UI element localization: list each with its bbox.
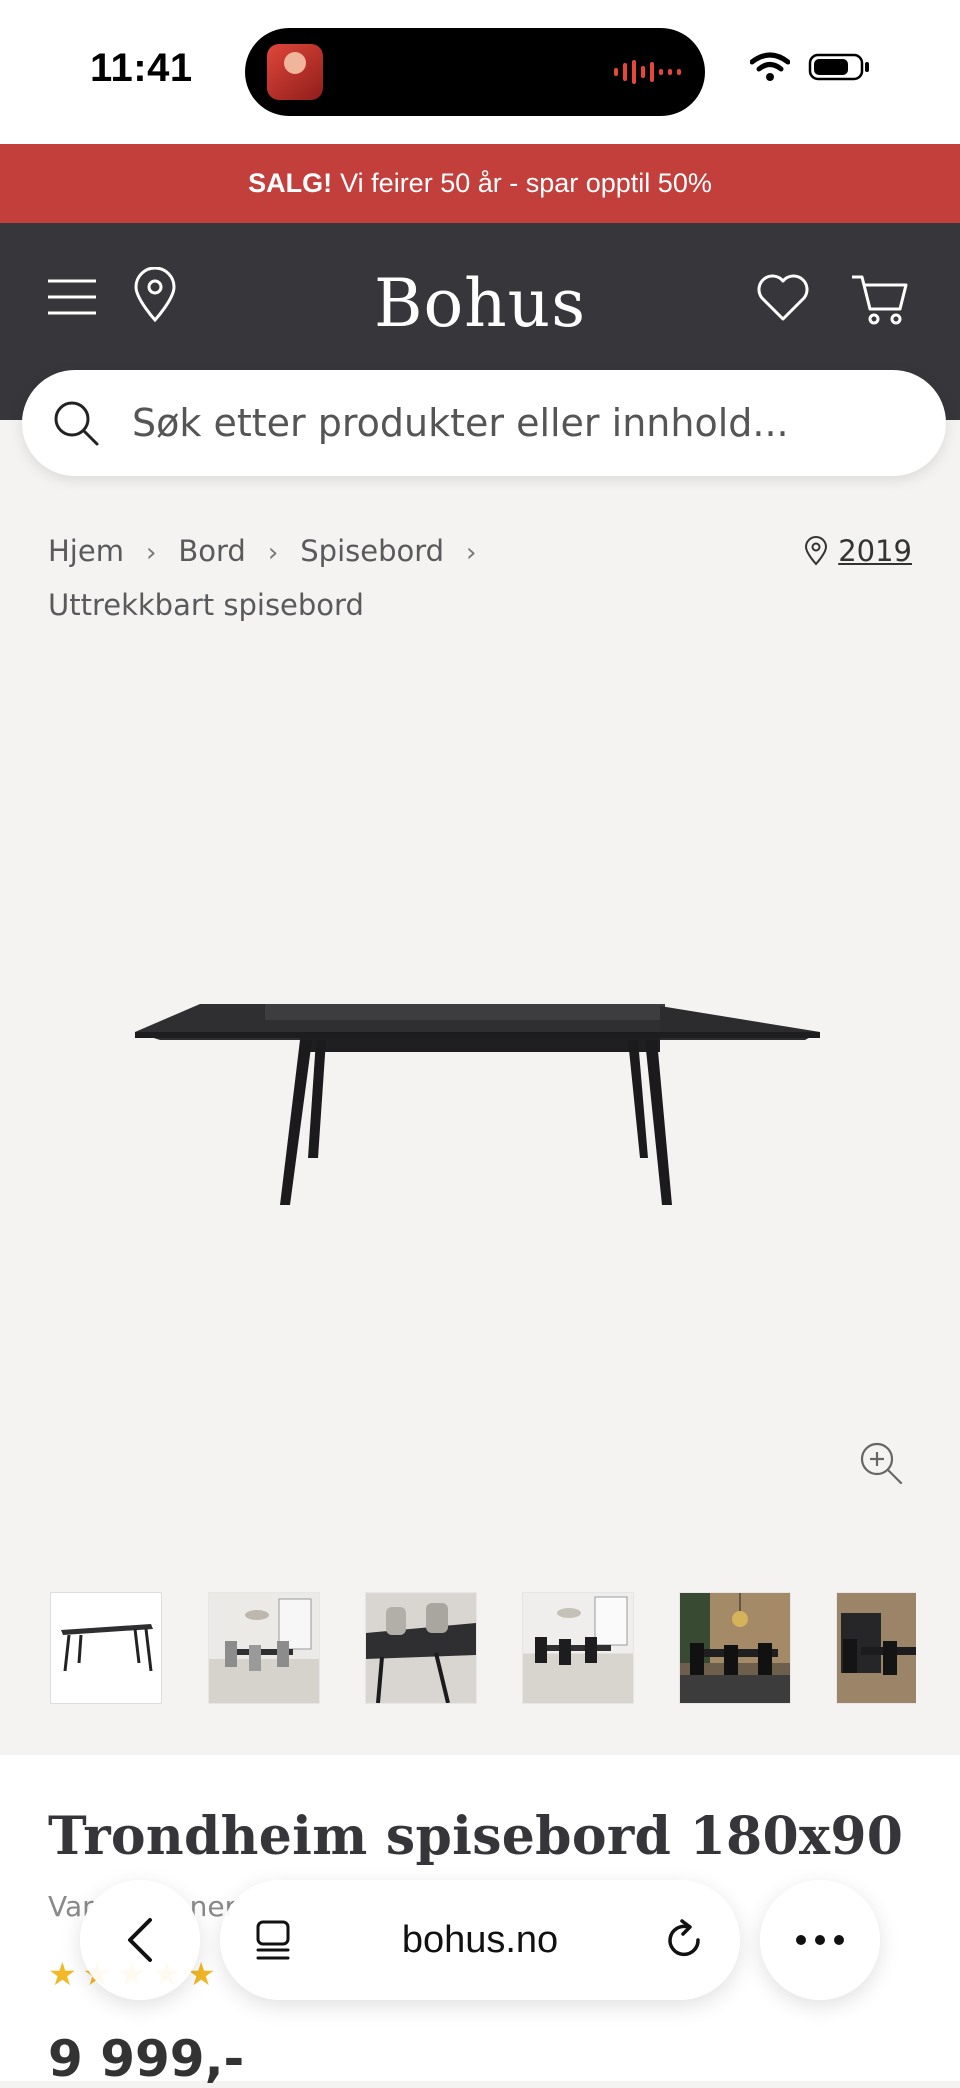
thumbnail-dining-room-image	[680, 1593, 790, 1703]
thumbnail-room-image	[225, 1598, 312, 1671]
selected-store[interactable]: 2019	[804, 525, 912, 577]
thumbnail-closeup-image	[366, 1603, 476, 1703]
status-icons	[750, 52, 870, 82]
chevron-left-icon	[128, 1918, 152, 1962]
breadcrumb-bord[interactable]: Bord	[178, 534, 245, 568]
thumbnail-3[interactable]	[365, 1592, 477, 1704]
thumbnail-black-chairs-image	[535, 1596, 628, 1665]
search-input[interactable]	[130, 400, 894, 446]
product-title: Trondheim spisebord 180x90	[48, 1806, 904, 1867]
thumbnail-table-image	[61, 1624, 153, 1672]
audio-waveform-icon	[614, 60, 681, 84]
search-icon	[54, 401, 99, 446]
thumbnail-2[interactable]	[208, 1592, 320, 1704]
shopping-cart-icon	[852, 275, 908, 325]
chevron-right-icon: ›	[466, 538, 477, 568]
wishlist-button[interactable]	[756, 273, 810, 327]
back-button[interactable]	[80, 1880, 200, 2000]
breadcrumb-current[interactable]: Uttrekkbart spisebord	[48, 588, 364, 622]
promo-text: Vi feirer 50 år - spar opptil 50%	[340, 168, 712, 198]
breadcrumb-spisebord[interactable]: Spisebord	[300, 534, 444, 568]
thumbnail-5[interactable]	[679, 1592, 791, 1704]
thumbnail-6[interactable]	[836, 1592, 916, 1704]
battery-icon	[808, 53, 869, 81]
promo-banner[interactable]: SALG! Vi feirer 50 år - spar opptil 50%	[0, 144, 960, 223]
store-number: 2019	[838, 534, 912, 568]
tab-overview-icon[interactable]	[254, 1918, 298, 1962]
breadcrumb: Hjem › Bord › Spisebord › Uttrekkbart spisebo…	[48, 525, 608, 631]
cart-button[interactable]	[850, 271, 910, 331]
product-image[interactable]	[0, 620, 960, 1520]
product-price: 9 999,-	[48, 2030, 245, 2088]
reload-icon[interactable]	[662, 1918, 706, 1962]
chevron-right-icon: ›	[145, 538, 157, 568]
dynamic-island[interactable]	[245, 28, 705, 116]
promo-bold: SALG!	[248, 168, 333, 198]
more-button[interactable]	[760, 1880, 880, 2000]
clock: 11:41	[90, 46, 193, 90]
url-text: bohus.no	[401, 1918, 559, 1961]
bohus-logo[interactable]: Bohus	[0, 265, 960, 342]
wifi-icon	[750, 52, 790, 81]
thumbnail-1[interactable]	[50, 1592, 162, 1704]
chevron-right-icon: ›	[267, 538, 279, 568]
location-pin-icon	[805, 536, 828, 566]
thumbnail-4[interactable]	[522, 1592, 634, 1704]
thumbnail-cabinet-image	[837, 1593, 916, 1703]
zoom-button[interactable]	[858, 1440, 904, 1490]
heart-icon	[757, 274, 809, 321]
address-bar[interactable]: bohus.no	[220, 1880, 740, 2000]
breadcrumb-home[interactable]: Hjem	[48, 534, 124, 568]
now-playing-artwork	[267, 44, 323, 100]
status-bar: 11:41	[0, 0, 960, 144]
more-dots-icon	[796, 1935, 844, 1945]
browser-toolbar: bohus.no	[80, 1880, 880, 2000]
zoom-in-icon	[860, 1442, 903, 1485]
thumbnail-strip	[50, 1592, 916, 1704]
search-bar[interactable]	[22, 370, 946, 476]
